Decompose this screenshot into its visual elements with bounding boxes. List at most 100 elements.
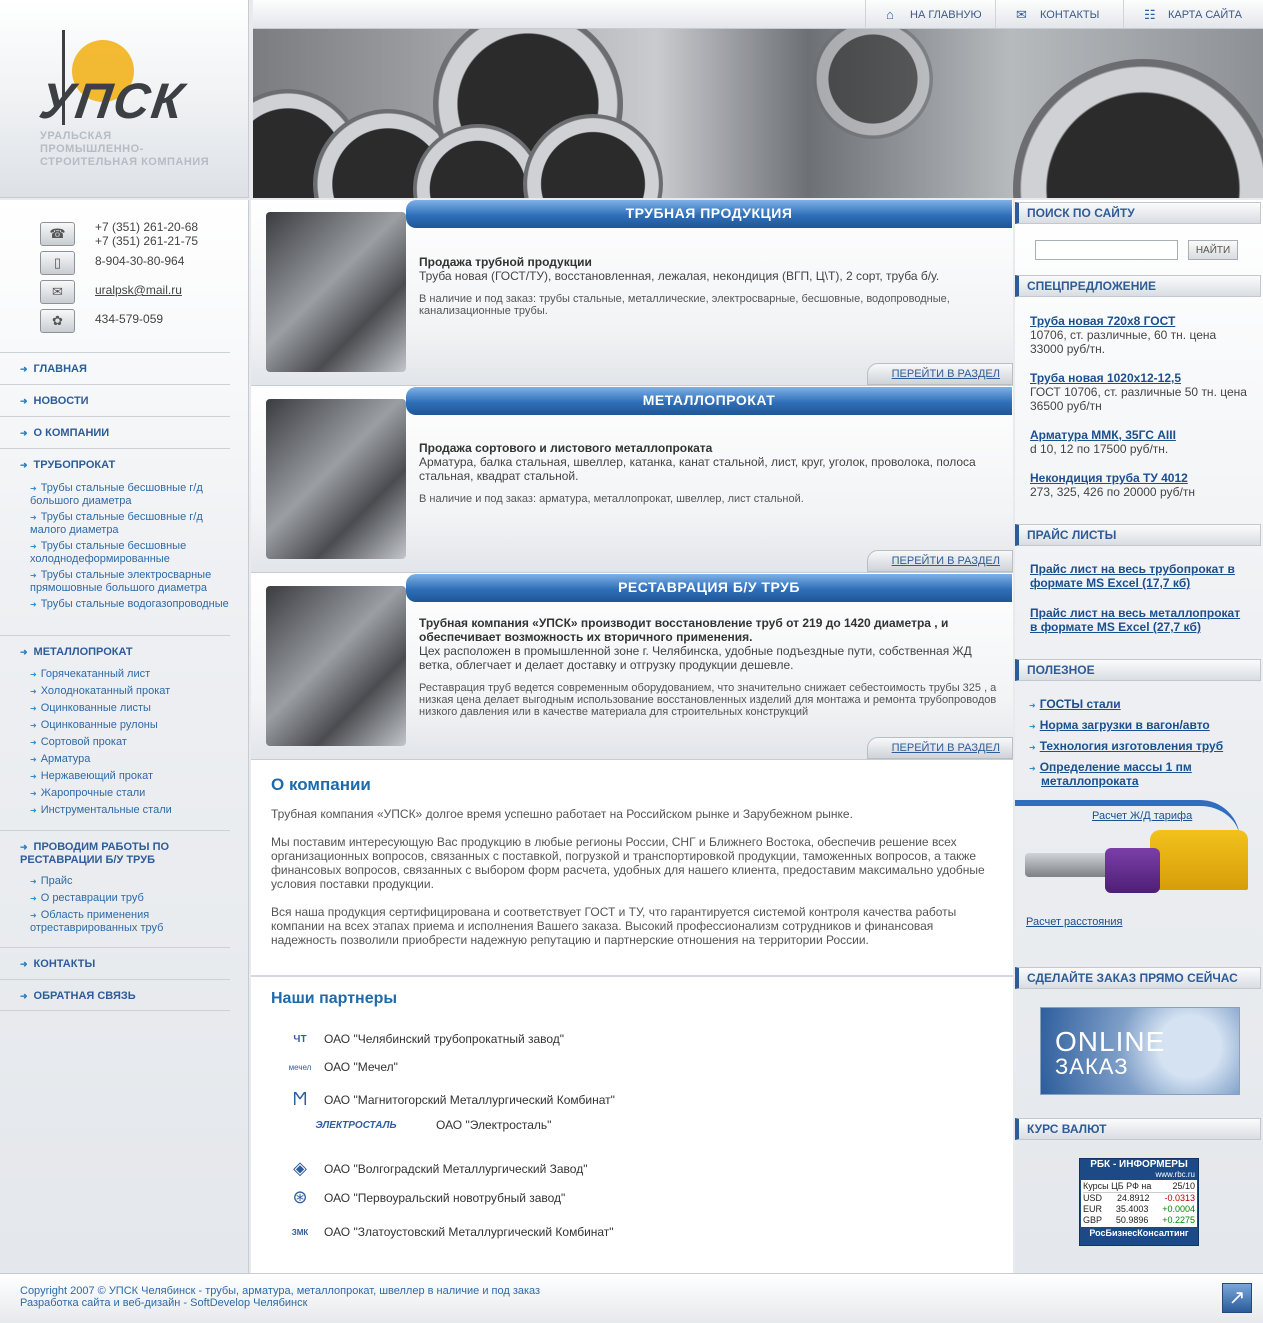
offer-item: Некондиция труба ТУ 4012 273, 325, 426 по… — [1030, 471, 1195, 499]
mobile-phone-icon: ▯ — [40, 251, 75, 275]
submenu-metal-4[interactable]: ➜ Сортовой прокат — [30, 736, 230, 749]
partners-title: Наши партнеры — [271, 990, 398, 1007]
section-header: МЕТАЛЛОПРОКАТ — [406, 387, 1012, 415]
submenu-metal-6[interactable]: ➜ Нержавеющий прокат — [30, 770, 230, 783]
price-list-item: Прайс лист на весь металлопрокат в форма… — [1030, 606, 1250, 634]
arrow-right-icon: ➜ — [20, 460, 28, 470]
arrow-icon: ➜ — [1029, 722, 1036, 731]
currency-header: КУРС ВАЛЮТ — [1015, 1118, 1261, 1140]
menu-item-news[interactable]: ➜ НОВОСТИ — [0, 384, 230, 416]
arrow-icon: ➜ — [1029, 743, 1036, 752]
sitemap-icon: ☷ — [1144, 6, 1156, 22]
offer-link[interactable]: Труба новая 1020х12-12,5 — [1030, 371, 1181, 385]
menu-item-contacts[interactable]: ➜ КОНТАКТЫ — [0, 947, 230, 979]
submenu-metal-0[interactable]: ➜ Горячекатанный лист — [30, 668, 230, 681]
menu-item-about[interactable]: ➜ О КОМПАНИИ — [0, 416, 230, 448]
offer-link[interactable]: Некондиция труба ТУ 4012 — [1030, 471, 1188, 485]
go-to-section-link[interactable]: ПЕРЕЙТИ В РАЗДЕЛ — [867, 550, 1013, 572]
arrow-up-right-icon[interactable]: ↗ — [1222, 1283, 1252, 1313]
section-note: В наличие и под заказ: арматура, металло… — [419, 493, 804, 505]
partner-item: ЧТ ОАО "Челябинский трубопрокатный завод" — [286, 1032, 564, 1046]
search-button[interactable]: НАЙТИ — [1188, 240, 1238, 260]
offer-link[interactable]: Арматура ММК, 35ГС AIII — [1030, 428, 1176, 442]
arrow-right-icon: ➜ — [20, 647, 28, 657]
useful-item[interactable]: ➜ Норма загрузки в вагон/авто — [1029, 719, 1249, 733]
submenu-restore-0[interactable]: ➜ Прайс — [30, 875, 230, 888]
useful-item[interactable]: ➜ Определение массы 1 пм металлопроката — [1029, 761, 1249, 788]
submenu-metal-7[interactable]: ➜ Жаропрочные стали — [30, 787, 230, 800]
right-sidebar: ПОИСК ПО САЙТУ НАЙТИ СПЕЦПРЕДЛОЖЕНИЕ Тру… — [1015, 200, 1263, 1273]
contact-mobile: ▯ 8-904-30-80-964 — [40, 251, 184, 275]
arrow-icon: ➜ — [30, 542, 37, 551]
partner-item: ◈ ОАО "Волгоградский Металлургический Зав… — [286, 1158, 587, 1179]
section-note: В наличие и под заказ: трубы стальные, м… — [419, 293, 950, 317]
menu-item-pipes[interactable]: ➜ ТРУБОПРОКАТ — [0, 448, 230, 478]
submenu-metal-8[interactable]: ➜ Инструментальные стали — [30, 804, 230, 817]
useful-item[interactable]: ➜ ГОСТЫ стали — [1029, 698, 1249, 712]
submenu-pipes-4[interactable]: ➜ Трубы стальные водогазопроводные — [30, 598, 230, 611]
section-metal: МЕТАЛЛОПРОКАТ Продажа сортового и листов… — [251, 387, 1013, 573]
distance-calc-link[interactable]: Расчет расстояния — [1026, 916, 1122, 928]
topnav-contacts[interactable]: ✉ КОНТАКТЫ — [995, 0, 1123, 29]
go-to-section-link[interactable]: ПЕРЕЙТИ В РАЗДЕЛ — [867, 363, 1013, 385]
submenu-restore-1[interactable]: ➜ О реставрации труб — [30, 892, 230, 905]
arrow-right-icon: ➜ — [20, 991, 28, 1001]
price-list-link[interactable]: Прайс лист на весь металлопрокат в форма… — [1030, 606, 1240, 634]
pntz-logo-icon: ⊛ — [292, 1187, 308, 1207]
envelope-icon: ✉ — [40, 280, 75, 304]
home-icon: ⌂ — [886, 6, 894, 22]
zmk-logo-icon: ЗМК — [291, 1227, 309, 1237]
restored-pipes-image — [266, 586, 406, 746]
menu-item-feedback[interactable]: ➜ ОБРАТНАЯ СВЯЗЬ — [0, 979, 230, 1011]
submenu-metal-2[interactable]: ➜ Оцинкованные листы — [30, 702, 230, 715]
elektrostal-logo-icon: ЭЛЕКТРОСТАЛЬ — [315, 1119, 397, 1131]
submenu-pipes-3[interactable]: ➜ Трубы стальные электросварные прямошовн… — [30, 569, 230, 594]
order-header: СДЕЛАЙТЕ ЗАКАЗ ПРЯМО СЕЙЧАС — [1015, 967, 1261, 989]
pipes-product-image — [266, 212, 406, 372]
menu-item-metal[interactable]: ➜ МЕТАЛЛОПРОКАТ — [0, 635, 230, 665]
useful-header: ПОЛЕЗНОЕ — [1015, 659, 1261, 681]
submenu-metal-5[interactable]: ➜ Арматура — [30, 753, 230, 766]
submenu-pipes-1[interactable]: ➜ Трубы стальные бесшовные г/д малого диа… — [30, 511, 230, 536]
truck-icon — [1105, 848, 1160, 893]
price-list-link[interactable]: Прайс лист на весь трубопрокат в формате… — [1030, 562, 1235, 590]
section-header: РЕСТАВРАЦИЯ Б/У ТРУБ — [406, 574, 1012, 602]
section-header: ТРУБНАЯ ПРОДУКЦИЯ — [406, 200, 1012, 228]
transport-widget: Расчет Ж/Д тарифа Расчет расстояния — [1015, 798, 1248, 928]
submenu-restore-2[interactable]: ➜ Область применения отреставрированных т… — [30, 909, 230, 934]
arrow-icon: ➜ — [30, 911, 37, 920]
phone-1: +7 (351) 261-20-68 — [95, 220, 199, 234]
rail-tariff-link[interactable]: Расчет Ж/Д тарифа — [1092, 810, 1192, 822]
online-order-button[interactable]: ONLINE ЗАКАЗ — [1040, 1007, 1240, 1095]
submenu-metal-1[interactable]: ➜ Холоднокатанный прокат — [30, 685, 230, 698]
arrow-icon: ➜ — [30, 738, 37, 747]
topnav-home[interactable]: ⌂ НА ГЛАВНУЮ — [865, 0, 995, 29]
about-paragraph-3: Вся наша продукция сертифицирована и соо… — [271, 905, 957, 947]
section-title: Трубная компания «УПСК» производит восст… — [419, 616, 949, 644]
arrow-icon: ➜ — [30, 704, 37, 713]
offer-link[interactable]: Труба новая 720х8 ГОСТ — [1030, 314, 1175, 328]
currency-informer[interactable]: РБК - ИНФОРМЕРЫ www.rbc.ru Курсы ЦБ РФ н… — [1079, 1158, 1199, 1246]
arrow-right-icon: ➜ — [20, 959, 28, 969]
submenu-pipes-0[interactable]: ➜ Трубы стальные бесшовные г/д большого д… — [30, 482, 230, 507]
search-input[interactable] — [1035, 240, 1178, 260]
site-logo[interactable]: УПСК УРАЛЬСКАЯ ПРОМЫШЛЕННО-СТРОИТЕЛЬНАЯ … — [0, 0, 249, 198]
contact-icq: ✿ 434-579-059 — [40, 309, 163, 333]
submenu-metal-3[interactable]: ➜ Оцинкованные рулоны — [30, 719, 230, 732]
arrow-icon: ➜ — [30, 600, 37, 609]
submenu-pipes-2[interactable]: ➜ Трубы стальные бесшовные холоднодеформи… — [30, 540, 230, 565]
menu-item-main[interactable]: ➜ ГЛАВНАЯ — [0, 352, 230, 384]
topnav-sitemap[interactable]: ☷ КАРТА САЙТА — [1123, 0, 1263, 29]
go-to-section-link[interactable]: ПЕРЕЙТИ В РАЗДЕЛ — [867, 737, 1013, 759]
arrow-icon: ➜ — [30, 571, 37, 580]
menu-item-restore[interactable]: ➜ ПРОВОДИМ РАБОТЫ ПО РЕСТАВРАЦИИ Б/У ТРУБ — [0, 830, 230, 875]
search-header: ПОИСК ПО САЙТУ — [1015, 202, 1261, 224]
price-list-header: ПРАЙС ЛИСТЫ — [1015, 524, 1261, 546]
useful-item[interactable]: ➜ Технология изготовления труб — [1029, 740, 1249, 754]
arrow-right-icon: ➜ — [20, 842, 28, 852]
arrow-icon: ➜ — [30, 513, 37, 522]
footer: Copyright 2007 © УПСК Челябинск - трубы,… — [0, 1273, 1263, 1323]
chtpz-logo-icon: ЧТ — [293, 1033, 307, 1045]
email-link[interactable]: uralpsk@mail.ru — [95, 283, 182, 297]
arrow-icon: ➜ — [1029, 764, 1036, 773]
